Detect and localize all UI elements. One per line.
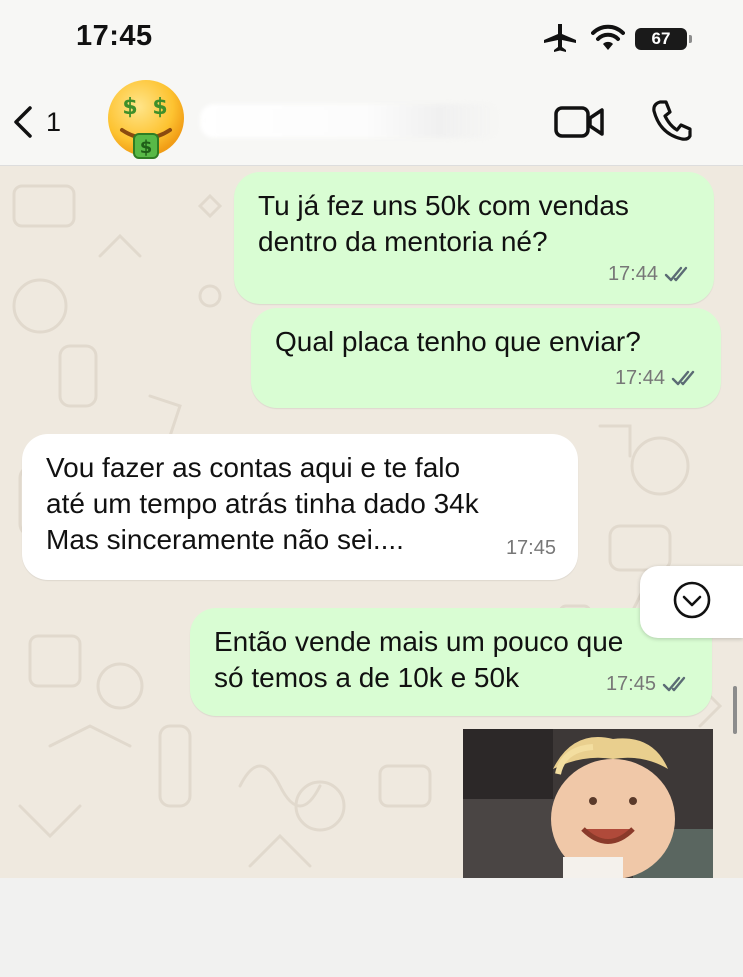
- message-meta: 17:45: [606, 666, 690, 702]
- avatar[interactable]: $ $ $: [102, 78, 190, 166]
- message-time: 17:45: [505, 537, 556, 559]
- chat-header: 1 $ $ $: [0, 78, 743, 166]
- message-bubble-outgoing[interactable]: Qual placa tenho que enviar? 17:44: [251, 308, 721, 408]
- chevron-down-icon: [673, 581, 711, 619]
- message-meta: 17:44: [615, 360, 699, 396]
- double-check-icon: [664, 266, 688, 282]
- airplane-icon: [541, 22, 579, 54]
- message-meta: 17:45: [506, 530, 556, 566]
- message-bubble-incoming[interactable]: Vou fazer as contas aqui e te falo até u…: [22, 434, 578, 580]
- voice-call-button[interactable]: [650, 98, 694, 142]
- chat-area[interactable]: Tu já fez uns 50k com vendas dentro da m…: [0, 166, 743, 878]
- svg-text:$: $: [152, 95, 167, 120]
- message-bubble-outgoing[interactable]: Então vende mais um pouco que só temos a…: [190, 608, 712, 716]
- scroll-to-bottom-button[interactable]: [640, 566, 743, 638]
- message-time: 17:44: [614, 367, 665, 389]
- back-chevron-icon: [14, 106, 32, 138]
- message-text: Vou fazer as contas aqui e te falo até u…: [46, 452, 479, 555]
- battery-icon: 67: [635, 28, 692, 50]
- unread-count: 1: [46, 106, 62, 137]
- scroll-indicator[interactable]: [733, 686, 737, 734]
- svg-text:$: $: [140, 137, 153, 158]
- message-time: 17:45: [605, 673, 656, 695]
- money-mouth-face-icon: $ $ $: [108, 80, 184, 159]
- video-call-icon: [554, 106, 604, 138]
- video-call-button[interactable]: [554, 102, 606, 142]
- message-text: Tu já fez uns 50k com vendas dentro da m…: [258, 190, 629, 257]
- media-thumbnail[interactable]: [463, 729, 713, 878]
- whatsapp-chat-screen: 17:45 67 1 $ $ $ Tu já fez uns 50k com v…: [0, 0, 743, 977]
- message-bubble-outgoing[interactable]: Tu já fez uns 50k com vendas dentro da m…: [234, 172, 714, 304]
- message-text: Qual placa tenho que enviar?: [275, 326, 641, 357]
- message-meta: 17:44: [608, 256, 692, 292]
- wifi-icon: [591, 22, 625, 54]
- laughing-baby-image: [463, 729, 713, 878]
- status-bar: 17:45 67: [0, 0, 743, 78]
- svg-text:$: $: [122, 95, 137, 120]
- voice-call-icon: [652, 100, 692, 141]
- contact-name-redacted[interactable]: [200, 104, 500, 138]
- double-check-icon: [671, 370, 695, 386]
- message-time: 17:44: [607, 263, 658, 285]
- double-check-icon: [662, 676, 686, 692]
- message-composer[interactable]: [0, 878, 743, 977]
- back-button[interactable]: 1: [10, 100, 61, 144]
- status-time: 17:45: [76, 20, 153, 52]
